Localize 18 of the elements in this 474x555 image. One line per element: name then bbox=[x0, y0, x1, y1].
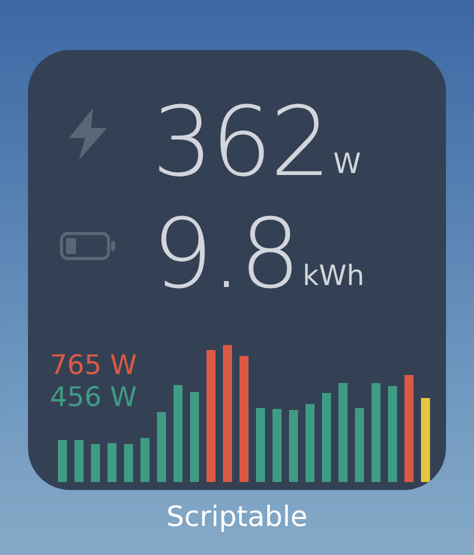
chart-bar bbox=[91, 444, 100, 482]
widget-card[interactable]: 362 W 9.8 kWh 765 W 456 W bbox=[28, 50, 446, 490]
reading-value: 362 bbox=[152, 94, 330, 190]
battery-icon bbox=[60, 232, 116, 260]
bolt-icon bbox=[67, 108, 109, 160]
peak-label: 765 W bbox=[50, 350, 137, 382]
chart-bar bbox=[74, 440, 84, 482]
reading-value: 9.8 bbox=[152, 206, 299, 302]
chart-bar bbox=[58, 440, 67, 482]
reading-unit: kWh bbox=[302, 259, 364, 292]
average-label: 456 W bbox=[50, 382, 137, 415]
chart-bar bbox=[124, 444, 133, 482]
chart-bar bbox=[140, 438, 150, 482]
reading-unit: W bbox=[333, 147, 361, 180]
app-label: Scriptable bbox=[166, 500, 308, 533]
chart-bar bbox=[108, 443, 116, 482]
chart-bar bbox=[289, 410, 298, 482]
chart-bar bbox=[157, 412, 166, 482]
